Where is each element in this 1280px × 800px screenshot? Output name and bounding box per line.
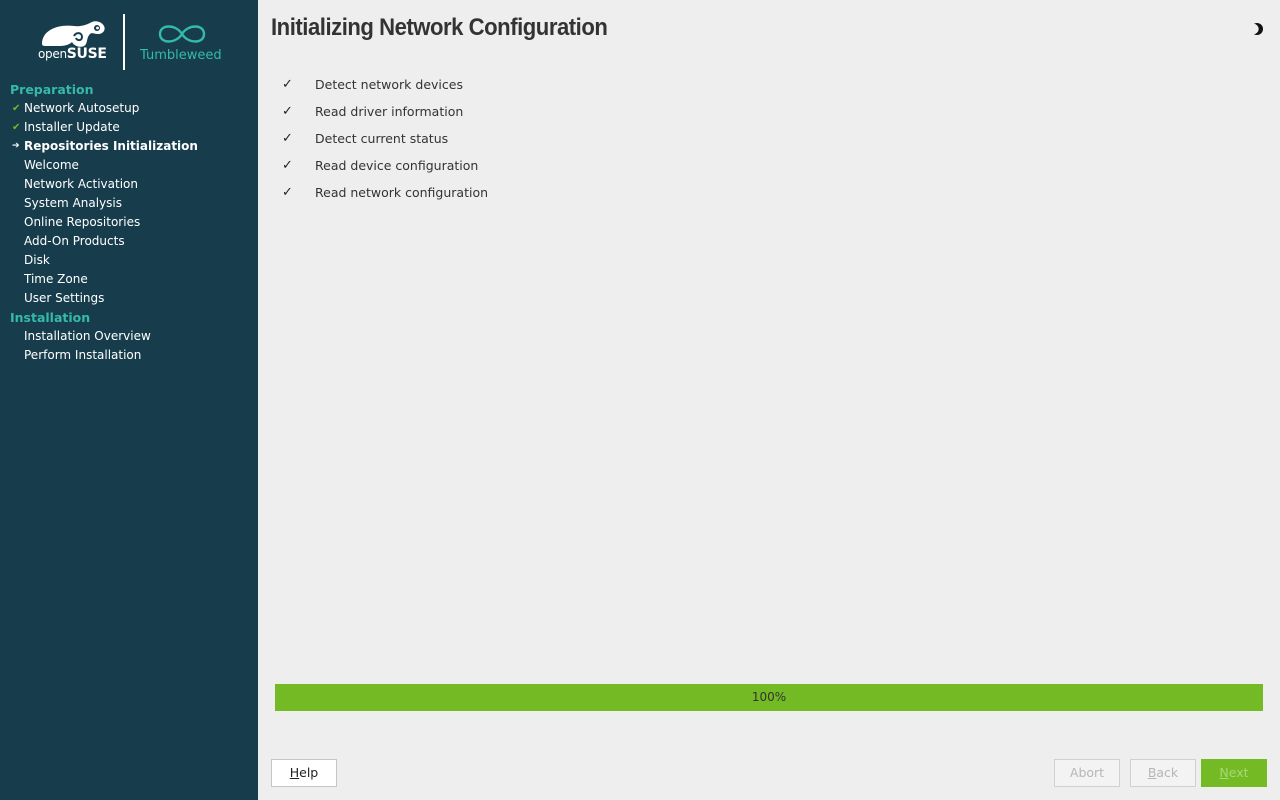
sidebar-step: ✔ Network Autosetup: [0, 99, 258, 118]
sidebar-step: Add-On Products: [0, 232, 258, 251]
checkmark-icon: ✓: [282, 185, 293, 200]
sidebar-step-label: Installer Update: [24, 120, 120, 134]
sidebar-step: Time Zone: [0, 270, 258, 289]
sidebar-step-label: Online Repositories: [24, 215, 141, 229]
sidebar-step-label: Network Autosetup: [24, 101, 140, 115]
next-button-mnemonic: N: [1219, 765, 1229, 780]
checkmark-icon: ✔: [12, 122, 21, 133]
next-button[interactable]: Next: [1201, 759, 1267, 787]
sidebar-step-label: Welcome: [24, 158, 79, 172]
sidebar-step-label: Network Activation: [24, 177, 138, 191]
help-button-label: elp: [299, 765, 319, 780]
opensuse-prefix: open: [38, 47, 67, 61]
sidebar-step: Perform Installation: [0, 346, 258, 365]
half-moon-icon[interactable]: [1250, 22, 1264, 36]
sidebar: openSUSE Tumbleweed Preparation ✔ Network …: [0, 0, 258, 800]
checkmark-icon: ✓: [282, 104, 293, 119]
page-title: Initializing Network Configuration: [271, 14, 608, 41]
sidebar-step: ➔ Repositories Initialization: [0, 137, 258, 156]
sidebar-section: Preparation: [0, 80, 258, 99]
abort-button-label: Abort: [1069, 765, 1105, 780]
task-item: ✓ Read network configuration: [280, 183, 488, 210]
product-name: Tumbleweed: [140, 48, 222, 63]
task-label: Read driver information: [315, 104, 464, 119]
sidebar-step-label: Installation Overview: [24, 329, 151, 343]
sidebar-step: System Analysis: [0, 194, 258, 213]
sidebar-step-label: Installation: [10, 310, 91, 325]
sidebar-step-label: System Analysis: [24, 196, 123, 210]
sidebar-step-label: Disk: [24, 253, 50, 267]
help-button[interactable]: Help: [271, 759, 337, 787]
sidebar-step: User Settings: [0, 289, 258, 308]
arrow-right-icon: ➔: [12, 141, 20, 151]
checkmark-icon: ✓: [282, 131, 293, 146]
sidebar-step: ✔ Installer Update: [0, 118, 258, 137]
task-list: ✓ Detect network devices ✓ Read driver info…: [280, 75, 488, 210]
sidebar-step-label: User Settings: [24, 291, 105, 305]
task-item: ✓ Read driver information: [280, 102, 488, 129]
sidebar-step-label: Time Zone: [24, 272, 88, 286]
sidebar-step: Welcome: [0, 156, 258, 175]
main-content: Initializing Network Configuration ✓ Dete…: [258, 0, 1280, 800]
sidebar-step: Disk: [0, 251, 258, 270]
sidebar-step-label: Repositories Initialization: [24, 139, 198, 153]
sidebar-step: Network Activation: [0, 175, 258, 194]
sidebar-section: Installation: [0, 308, 258, 327]
sidebar-step-label: Preparation: [10, 82, 94, 97]
checkmark-icon: ✔: [12, 103, 21, 114]
sidebar-step-label: Perform Installation: [24, 348, 142, 362]
task-label: Read network configuration: [315, 185, 489, 200]
abort-button[interactable]: Abort: [1054, 759, 1120, 787]
opensuse-wordmark: openSUSE: [38, 46, 107, 62]
next-button-label: ext: [1228, 765, 1249, 780]
task-item: ✓ Detect current status: [280, 129, 488, 156]
logo: openSUSE Tumbleweed: [38, 14, 228, 72]
task-label: Detect network devices: [315, 77, 463, 92]
opensuse-suffix: SUSE: [66, 46, 107, 62]
logo-divider: [123, 14, 125, 70]
task-label: Read device configuration: [315, 158, 479, 173]
task-item: ✓ Read device configuration: [280, 156, 488, 183]
installation-steps: Preparation ✔ Network Autosetup ✔ Installer …: [0, 80, 258, 365]
progress-label: 100%: [751, 690, 787, 704]
tumbleweed-infinity-icon: [158, 25, 206, 43]
sidebar-step-label: Add-On Products: [24, 234, 125, 248]
progress-bar: 100%: [275, 684, 1263, 711]
sidebar-step: Online Repositories: [0, 213, 258, 232]
task-label: Detect current status: [315, 131, 449, 146]
task-item: ✓ Detect network devices: [280, 75, 488, 102]
back-button[interactable]: Back: [1130, 759, 1196, 787]
sidebar-step: Installation Overview: [0, 327, 258, 346]
checkmark-icon: ✓: [282, 158, 293, 173]
back-button-label: ack: [1156, 765, 1179, 780]
checkmark-icon: ✓: [282, 77, 293, 92]
help-button-mnemonic: H: [289, 765, 300, 780]
